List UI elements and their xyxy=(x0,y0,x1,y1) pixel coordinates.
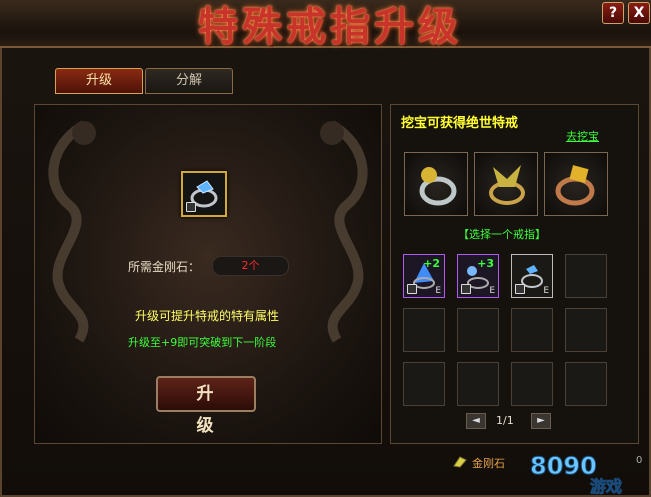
tab-upgrade[interactable]: 升级 xyxy=(55,68,143,94)
diamond-currency-label: 金刚石 xyxy=(472,457,505,470)
required-diamond-label: 所需金刚石： xyxy=(128,260,201,274)
svg-text:游戏: 游戏 xyxy=(590,477,622,496)
promo-ring-2 xyxy=(474,152,538,216)
equipped-badge: E xyxy=(489,286,495,296)
title-bar: 特殊戒指升级 xyxy=(0,0,651,50)
ring-slot-empty[interactable] xyxy=(457,362,499,406)
ring-slot-empty[interactable] xyxy=(511,308,553,352)
ring-icon xyxy=(489,165,525,205)
ring-slot-empty[interactable] xyxy=(565,254,607,298)
diamond-icon xyxy=(453,456,467,468)
treasure-heading: 挖宝可获得绝世特戒 xyxy=(401,116,519,131)
upgrade-info-line2: 升级至+9即可突破到下一阶段 xyxy=(128,336,277,349)
window-title: 特殊戒指升级 xyxy=(198,4,462,50)
equipped-badge: E xyxy=(435,286,441,296)
close-button[interactable]: X xyxy=(628,2,650,24)
ring-slot-empty[interactable] xyxy=(511,362,553,406)
upgrade-button[interactable]: 升级 xyxy=(156,376,256,436)
promo-ring-1 xyxy=(404,152,468,216)
ring-slot-empty[interactable] xyxy=(565,308,607,352)
site-logo: 8090 游戏 xyxy=(530,452,623,497)
ring-slot-empty[interactable] xyxy=(403,308,445,352)
upgrade-info-line1: 升级可提升特戒的特有属性 xyxy=(135,309,280,323)
required-diamond-count: 2个 xyxy=(212,256,289,276)
lock-icon xyxy=(186,202,196,212)
lock-icon xyxy=(461,284,471,294)
ring-slot-empty[interactable] xyxy=(565,362,607,406)
ring-slot-3[interactable]: E xyxy=(511,254,553,298)
ring-slot-2[interactable]: +3 E xyxy=(457,254,499,298)
ring-slot-1[interactable]: +2 E xyxy=(403,254,445,298)
tab-decompose[interactable]: 分解 xyxy=(145,68,233,94)
upgrade-ring-slot[interactable] xyxy=(181,171,227,217)
page-indicator: 1/1 xyxy=(496,414,514,427)
enhance-level: +2 xyxy=(423,257,440,270)
ring-icon xyxy=(555,165,595,206)
enhance-level: +3 xyxy=(477,257,494,270)
promo-ring-3 xyxy=(544,152,608,216)
equipped-badge: E xyxy=(543,286,549,296)
prev-page-button[interactable]: ◄ xyxy=(466,413,486,429)
dragon-left-decoration xyxy=(48,120,96,343)
ring-slot-empty[interactable] xyxy=(403,362,445,406)
ring-slot-empty[interactable] xyxy=(457,308,499,352)
help-button[interactable]: ? xyxy=(602,2,624,24)
svg-text:8090: 8090 xyxy=(530,452,597,480)
next-page-button[interactable]: ► xyxy=(531,413,551,429)
go-treasure-link[interactable]: 去挖宝 xyxy=(566,128,599,144)
ring-icon xyxy=(419,167,457,206)
lock-icon xyxy=(407,284,417,294)
select-ring-label: 【选择一个戒指】 xyxy=(458,228,546,241)
dragon-right-decoration xyxy=(320,120,368,343)
lock-icon xyxy=(515,284,525,294)
